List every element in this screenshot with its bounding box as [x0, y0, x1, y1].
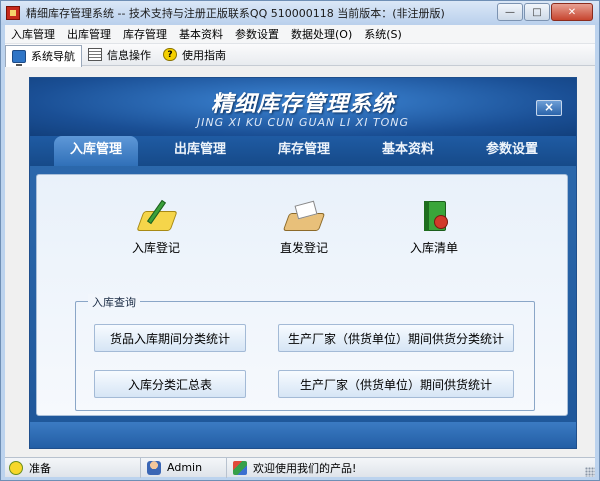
- direct-ship-icon: [282, 199, 326, 233]
- menu-item-system[interactable]: 系统(S): [358, 26, 408, 42]
- title-bar[interactable]: 精细库存管理系统 -- 技术支持与注册正版联系QQ 510000118 当前版本…: [1, 1, 599, 25]
- banner-title: 精细库存管理系统: [210, 92, 395, 117]
- feature-direct-register[interactable]: 直发登记: [259, 199, 349, 256]
- monitor-icon: [12, 49, 26, 66]
- help-icon: ?: [163, 48, 177, 61]
- status-user-text: Admin: [167, 461, 203, 474]
- group-legend: 入库查询: [88, 294, 140, 310]
- toolbar-system-nav[interactable]: 系统导航: [5, 44, 82, 67]
- status-user: Admin: [141, 457, 227, 478]
- app-logo-icon: [6, 6, 20, 20]
- toolbar-user-guide[interactable]: ? 使用指南: [157, 45, 232, 65]
- feature-label: 入库登记: [131, 241, 180, 255]
- query-button-supplier-category[interactable]: 生产厂家（供货单位）期间供货分类统计: [278, 324, 514, 352]
- menu-item-basic-data[interactable]: 基本资料: [173, 26, 229, 42]
- status-message-text: 欢迎使用我们的产品!: [253, 461, 357, 475]
- product-cubes-icon: [233, 460, 247, 475]
- menu-item-settings[interactable]: 参数设置: [229, 26, 285, 42]
- toolbar-label: 使用指南: [182, 48, 226, 62]
- client-area: 入库管理 出库管理 库存管理 基本资料 参数设置 数据处理(O) 系统(S) 系…: [5, 25, 595, 478]
- maximize-button[interactable]: □: [524, 3, 550, 21]
- inbound-query-group: 入库查询 货品入库期间分类统计 生产厂家（供货单位）期间供货分类统计 入库分类汇…: [75, 294, 535, 411]
- status-bar: 准备 Admin 欢迎使用我们的产品!: [5, 457, 595, 478]
- list-book-icon: [414, 199, 454, 233]
- tab-outbound[interactable]: 出库管理: [148, 136, 252, 166]
- tab-content: 入库登记 直发登记 入库清单 入库查询 货品入库期间分类统计 生产厂家（供货单位…: [36, 174, 568, 416]
- banner-subtitle: JING XI KU CUN GUAN LI XI TONG: [196, 116, 410, 129]
- query-button-period-category[interactable]: 货品入库期间分类统计: [94, 324, 246, 352]
- status-ready-text: 准备: [29, 461, 51, 475]
- menu-item-data-processing[interactable]: 数据处理(O): [285, 26, 358, 42]
- toolbar-label: 系统导航: [31, 50, 75, 63]
- status-ready: 准备: [5, 457, 141, 478]
- feature-inbound-register[interactable]: 入库登记: [111, 199, 201, 256]
- register-pad-icon: [136, 199, 178, 233]
- navigation-panel: 精细库存管理系统 JING XI KU CUN GUAN LI XI TONG …: [29, 77, 577, 449]
- toolbar-label: 信息操作: [107, 48, 151, 62]
- toolbar-info-ops[interactable]: 信息操作: [82, 45, 157, 65]
- status-message: 欢迎使用我们的产品!: [227, 458, 427, 478]
- toolbar: 系统导航 信息操作 ? 使用指南: [5, 44, 595, 67]
- minimize-button[interactable]: —: [497, 3, 523, 21]
- tab-inventory[interactable]: 库存管理: [252, 136, 356, 166]
- banner: 精细库存管理系统 JING XI KU CUN GUAN LI XI TONG …: [30, 78, 576, 136]
- menu-item-outbound[interactable]: 出库管理: [61, 26, 117, 42]
- panel-footer: [30, 422, 576, 448]
- tab-inbound[interactable]: 入库管理: [54, 136, 138, 166]
- panel-close-button[interactable]: ×: [536, 100, 562, 116]
- close-button[interactable]: ✕: [551, 3, 593, 21]
- workspace: 精细库存管理系统 JING XI KU CUN GUAN LI XI TONG …: [5, 67, 595, 457]
- feature-inbound-list[interactable]: 入库清单: [389, 199, 479, 256]
- feature-label: 入库清单: [409, 241, 458, 255]
- query-button-category-summary[interactable]: 入库分类汇总表: [94, 370, 246, 398]
- app-window: 精细库存管理系统 -- 技术支持与注册正版联系QQ 510000118 当前版本…: [0, 0, 600, 481]
- ready-icon: [9, 460, 23, 475]
- menu-item-inventory[interactable]: 库存管理: [117, 26, 173, 42]
- feature-label: 直发登记: [279, 241, 328, 255]
- menu-item-inbound[interactable]: 入库管理: [5, 26, 61, 42]
- resize-grip[interactable]: [585, 467, 595, 477]
- module-tabs: 入库管理 出库管理 库存管理 基本资料 参数设置: [30, 136, 576, 166]
- window-controls: — □ ✕: [496, 3, 593, 21]
- query-button-supplier-period[interactable]: 生产厂家（供货单位）期间供货统计: [278, 370, 514, 398]
- tab-basic-data[interactable]: 基本资料: [356, 136, 460, 166]
- tab-settings[interactable]: 参数设置: [460, 136, 564, 166]
- menu-bar: 入库管理 出库管理 库存管理 基本资料 参数设置 数据处理(O) 系统(S): [5, 25, 595, 44]
- window-title: 精细库存管理系统 -- 技术支持与注册正版联系QQ 510000118 当前版本…: [26, 7, 445, 20]
- document-icon: [88, 48, 102, 61]
- user-icon: [147, 460, 161, 475]
